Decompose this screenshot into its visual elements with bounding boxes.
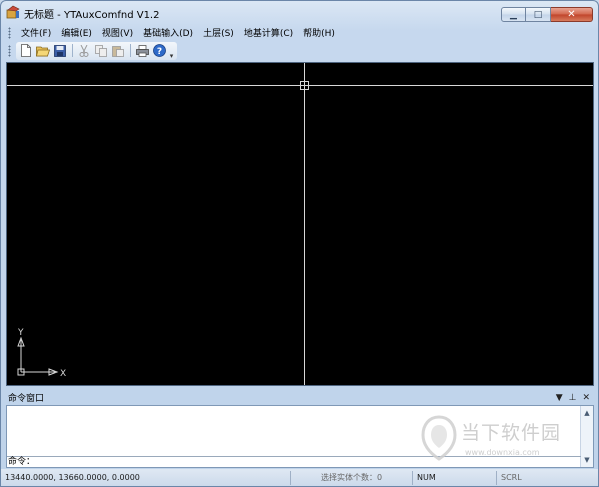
status-bar: 13440.0000, 13660.0000, 0.0000 选择实体个数：0 … [1,469,598,486]
app-icon [6,5,20,19]
watermark-text: 当下软件园 [461,422,562,444]
crosshair-vertical [304,63,305,385]
menu-file[interactable]: 文件(F) [16,26,56,39]
window-controls: ▁ □ ✕ [501,7,593,22]
menu-edit[interactable]: 编辑(E) [56,26,97,39]
cut-button[interactable] [76,43,92,59]
print-icon [135,44,149,57]
main-window: 无标题 - YTAuxComfnd V1.2 ▁ □ ✕ 文件(F) 编辑(E)… [0,0,599,487]
command-prompt: 命令： [8,457,36,467]
maximize-button[interactable]: □ [526,7,551,22]
minimize-icon: ▁ [510,9,517,20]
toolbar-grip-handle[interactable] [8,44,11,57]
scroll-up-icon[interactable]: ▲ [581,407,593,419]
toolbar: ? ▾ [1,41,598,60]
close-button[interactable]: ✕ [551,7,593,22]
copy-icon [95,44,107,57]
save-icon [54,44,66,57]
status-scroll-lock: SCRL [501,473,522,482]
status-num-lock: NUM [413,471,497,485]
minimize-button[interactable]: ▁ [501,7,526,22]
paste-icon [112,45,124,57]
save-button[interactable] [52,43,68,59]
ucs-x-label: X [60,369,66,379]
help-icon: ? [152,44,166,57]
pin-icon[interactable]: ⊥ [569,393,577,403]
dropdown-icon[interactable]: ▼ [556,393,563,403]
command-window-header: 命令窗口 ▼ ⊥ ✕ [6,390,594,405]
watermark-url: www.downxia.com [465,448,540,457]
cut-icon [79,44,89,57]
drawing-canvas[interactable]: Y X [6,62,594,386]
new-file-button[interactable] [18,43,34,59]
menu-foundation-calc[interactable]: 地基计算(C) [239,26,298,39]
copy-button[interactable] [93,43,109,59]
standard-toolbar: ? ▾ [16,41,177,60]
print-button[interactable] [134,43,150,59]
toolbar-overflow-chevron-icon[interactable]: ▾ [168,42,175,60]
menu-basic-input[interactable]: 基础输入(D) [138,26,198,39]
open-folder-icon [36,46,50,56]
menu-soil-layer[interactable]: 土层(S) [198,26,239,39]
watermark-logo-icon [421,415,457,461]
svg-text:?: ? [156,47,161,57]
menu-view[interactable]: 视图(V) [97,26,138,39]
menu-help[interactable]: 帮助(H) [298,26,340,39]
menu-grip-handle[interactable] [8,26,11,39]
ucs-axis-icon: Y X [17,328,66,379]
menu-bar: 文件(F) 编辑(E) 视图(V) 基础输入(D) 土层(S) 地基计算(C) … [1,24,598,41]
window-title: 无标题 - YTAuxComfnd V1.2 [24,10,160,21]
status-coordinates: 13440.0000, 13660.0000, 0.0000 [1,471,291,485]
close-icon: ✕ [567,9,576,20]
command-window-title: 命令窗口 [8,394,45,404]
status-selection-count: 选择实体个数：0 [291,471,413,485]
watermark: 当下软件园 www.downxia.com [421,415,581,467]
scroll-down-icon[interactable]: ▼ [581,454,593,466]
toolbar-separator [130,44,131,57]
help-button[interactable]: ? [151,43,167,59]
close-pane-icon[interactable]: ✕ [582,393,590,403]
open-button[interactable] [35,43,51,59]
title-bar[interactable]: 无标题 - YTAuxComfnd V1.2 ▁ □ ✕ [1,1,598,23]
ucs-y-label: Y [17,328,24,338]
toolbar-separator [72,44,73,57]
paste-button[interactable] [110,43,126,59]
new-file-icon [21,44,31,57]
command-window-controls: ▼ ⊥ ✕ [556,393,594,403]
maximize-icon: □ [533,9,543,20]
crosshair-pickbox [300,81,309,90]
command-scrollbar[interactable]: ▲ ▼ [580,406,593,467]
